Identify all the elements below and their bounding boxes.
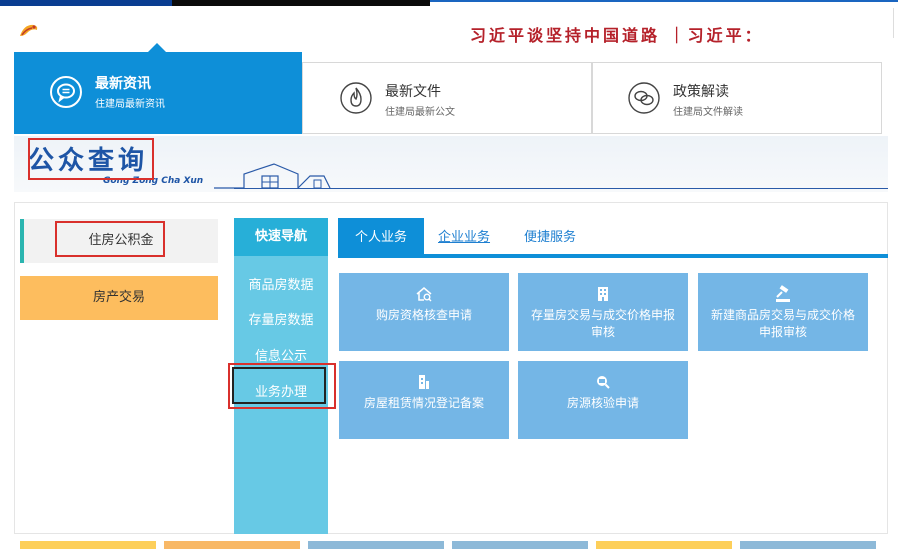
tile-purchase-eligibility[interactable]: 购房资格核查申请 (339, 273, 509, 351)
bottom-block (596, 541, 732, 549)
bottom-block (740, 541, 876, 549)
tab-personal-business[interactable]: 个人业务 (338, 218, 424, 258)
chat-icon (50, 76, 82, 108)
quicknav-item-commercial-housing[interactable]: 商品房数据 (234, 274, 328, 293)
top-banner-strip (0, 0, 898, 6)
tab-enterprise-business[interactable]: 企业业务 (438, 218, 490, 258)
tab-policy-interpretation[interactable]: 政策解读 住建局文件解读 (592, 62, 882, 134)
business-tabs: 个人业务 企业业务 便捷服务 (338, 218, 888, 258)
section-title-highlight (28, 138, 154, 180)
tab-title: 最新文件 (385, 84, 441, 100)
tab-title: 最新资讯 (95, 76, 151, 92)
section-underline (234, 188, 888, 189)
tab-subtitle: 住建局最新资讯 (95, 99, 165, 110)
tab-latest-news[interactable]: 最新资讯 住建局最新资讯 (14, 43, 302, 134)
gavel-icon (776, 285, 790, 302)
bottom-block (308, 541, 444, 549)
tab-latest-documents[interactable]: 最新文件 住建局最新公文 (302, 62, 592, 134)
house-verify-icon (597, 376, 610, 389)
tile-label: 房源核验申请 (566, 396, 639, 410)
house-outline-icon (214, 163, 331, 189)
category-property-transaction[interactable]: 房产交易 (20, 276, 218, 320)
news-tabs: 最新资讯 住建局最新资讯 最新文件 住建局最新公文 政策解读 住建局文件解读 (14, 43, 882, 134)
tab-convenient-services[interactable]: 便捷服务 (524, 218, 576, 258)
header-divider (893, 8, 894, 38)
flame-icon (340, 82, 372, 114)
tile-label: 新建商品房交易与成交价格申报审核 (710, 308, 855, 339)
top-banner-dark-segment (0, 0, 430, 6)
building-icon (598, 287, 608, 301)
bottom-block (164, 541, 300, 549)
business-handling-focus-ring (232, 367, 326, 404)
tab-subtitle: 住建局文件解读 (673, 107, 743, 118)
tile-listing-verification[interactable]: 房源核验申请 (518, 361, 688, 439)
quicknav-item-public-info[interactable]: 信息公示 (234, 345, 328, 364)
tab-title: 政策解读 (673, 84, 729, 100)
rental-building-icon (419, 375, 429, 389)
tile-existing-housing-review[interactable]: 存量房交易与成交价格申报审核 (518, 273, 688, 351)
tab-subtitle: 住建局最新公文 (385, 107, 455, 118)
tile-label: 购房资格核查申请 (375, 308, 472, 322)
quicknav-item-existing-housing[interactable]: 存量房数据 (234, 309, 328, 328)
quick-navigation-header: 快速导航 (234, 218, 328, 256)
speech-bubbles-icon (628, 82, 660, 114)
top-banner-blue-line (430, 0, 898, 2)
house-search-icon (416, 287, 432, 302)
bottom-block (20, 541, 156, 549)
housing-fund-highlight (55, 221, 165, 257)
tile-rental-registration[interactable]: 房屋租赁情况登记备案 (339, 361, 509, 439)
tile-new-housing-review[interactable]: 新建商品房交易与成交价格申报审核 (698, 273, 868, 351)
bottom-color-strip (0, 541, 898, 549)
bottom-block (452, 541, 588, 549)
logo-icon (20, 24, 38, 36)
active-tab-caret (147, 43, 167, 53)
tile-label: 房屋租赁情况登记备案 (363, 396, 484, 410)
news-ticker[interactable]: 习近平谈坚持中国道路 ｜习近平： (470, 22, 764, 46)
tile-label: 存量房交易与成交价格申报审核 (530, 308, 675, 339)
